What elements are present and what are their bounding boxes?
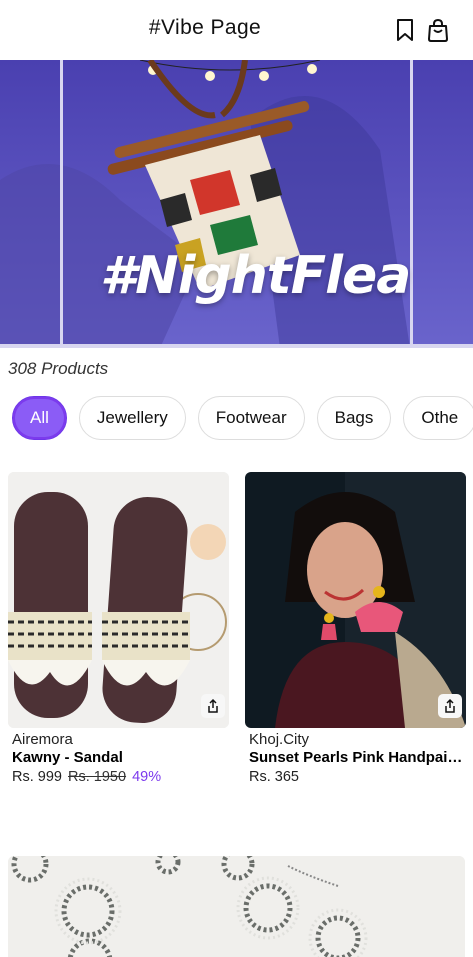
- product-image[interactable]: [8, 472, 229, 728]
- share-icon[interactable]: [438, 694, 462, 718]
- chip-others[interactable]: Othe: [403, 396, 473, 440]
- product-name[interactable]: Sunset Pearls Pink Handpainted Earrings: [249, 749, 464, 766]
- product-card[interactable]: Khoj.City Sunset Pearls Pink Handpainted…: [245, 472, 466, 785]
- share-icon[interactable]: [201, 694, 225, 718]
- product-price: Rs. 365: [249, 769, 299, 785]
- app-header: #Vibe Page: [0, 0, 473, 60]
- product-price: Rs. 999: [12, 769, 62, 785]
- shopping-bag-icon[interactable]: [425, 17, 449, 43]
- product-count: 308 Products: [8, 359, 109, 378]
- price-row: Rs. 365: [249, 769, 466, 785]
- banner-title: #NightFlea: [100, 246, 411, 306]
- product-name[interactable]: Kawny - Sandal: [12, 749, 227, 766]
- product-card[interactable]: [8, 856, 465, 957]
- price-row: Rs. 999 Rs. 1950 49%: [12, 769, 229, 785]
- product-mrp: Rs. 1950: [68, 769, 127, 785]
- chip-footwear[interactable]: Footwear: [197, 396, 305, 440]
- chip-bags[interactable]: Bags: [316, 396, 392, 440]
- category-chips: All Jewellery Footwear Bags Othe: [12, 396, 473, 440]
- bookmark-icon[interactable]: [393, 17, 417, 43]
- product-image[interactable]: [245, 472, 466, 728]
- product-card[interactable]: Airemora Kawny - Sandal Rs. 999 Rs. 1950…: [8, 472, 229, 785]
- promo-banner[interactable]: #NightFlea: [0, 60, 473, 348]
- product-image[interactable]: [8, 856, 465, 957]
- product-discount: 49%: [132, 769, 162, 785]
- chip-jewellery[interactable]: Jewellery: [78, 396, 186, 440]
- product-brand: Khoj.City: [249, 731, 310, 748]
- chip-all[interactable]: All: [12, 396, 67, 440]
- page-title: #Vibe Page: [148, 16, 262, 39]
- product-brand: Airemora: [12, 731, 73, 748]
